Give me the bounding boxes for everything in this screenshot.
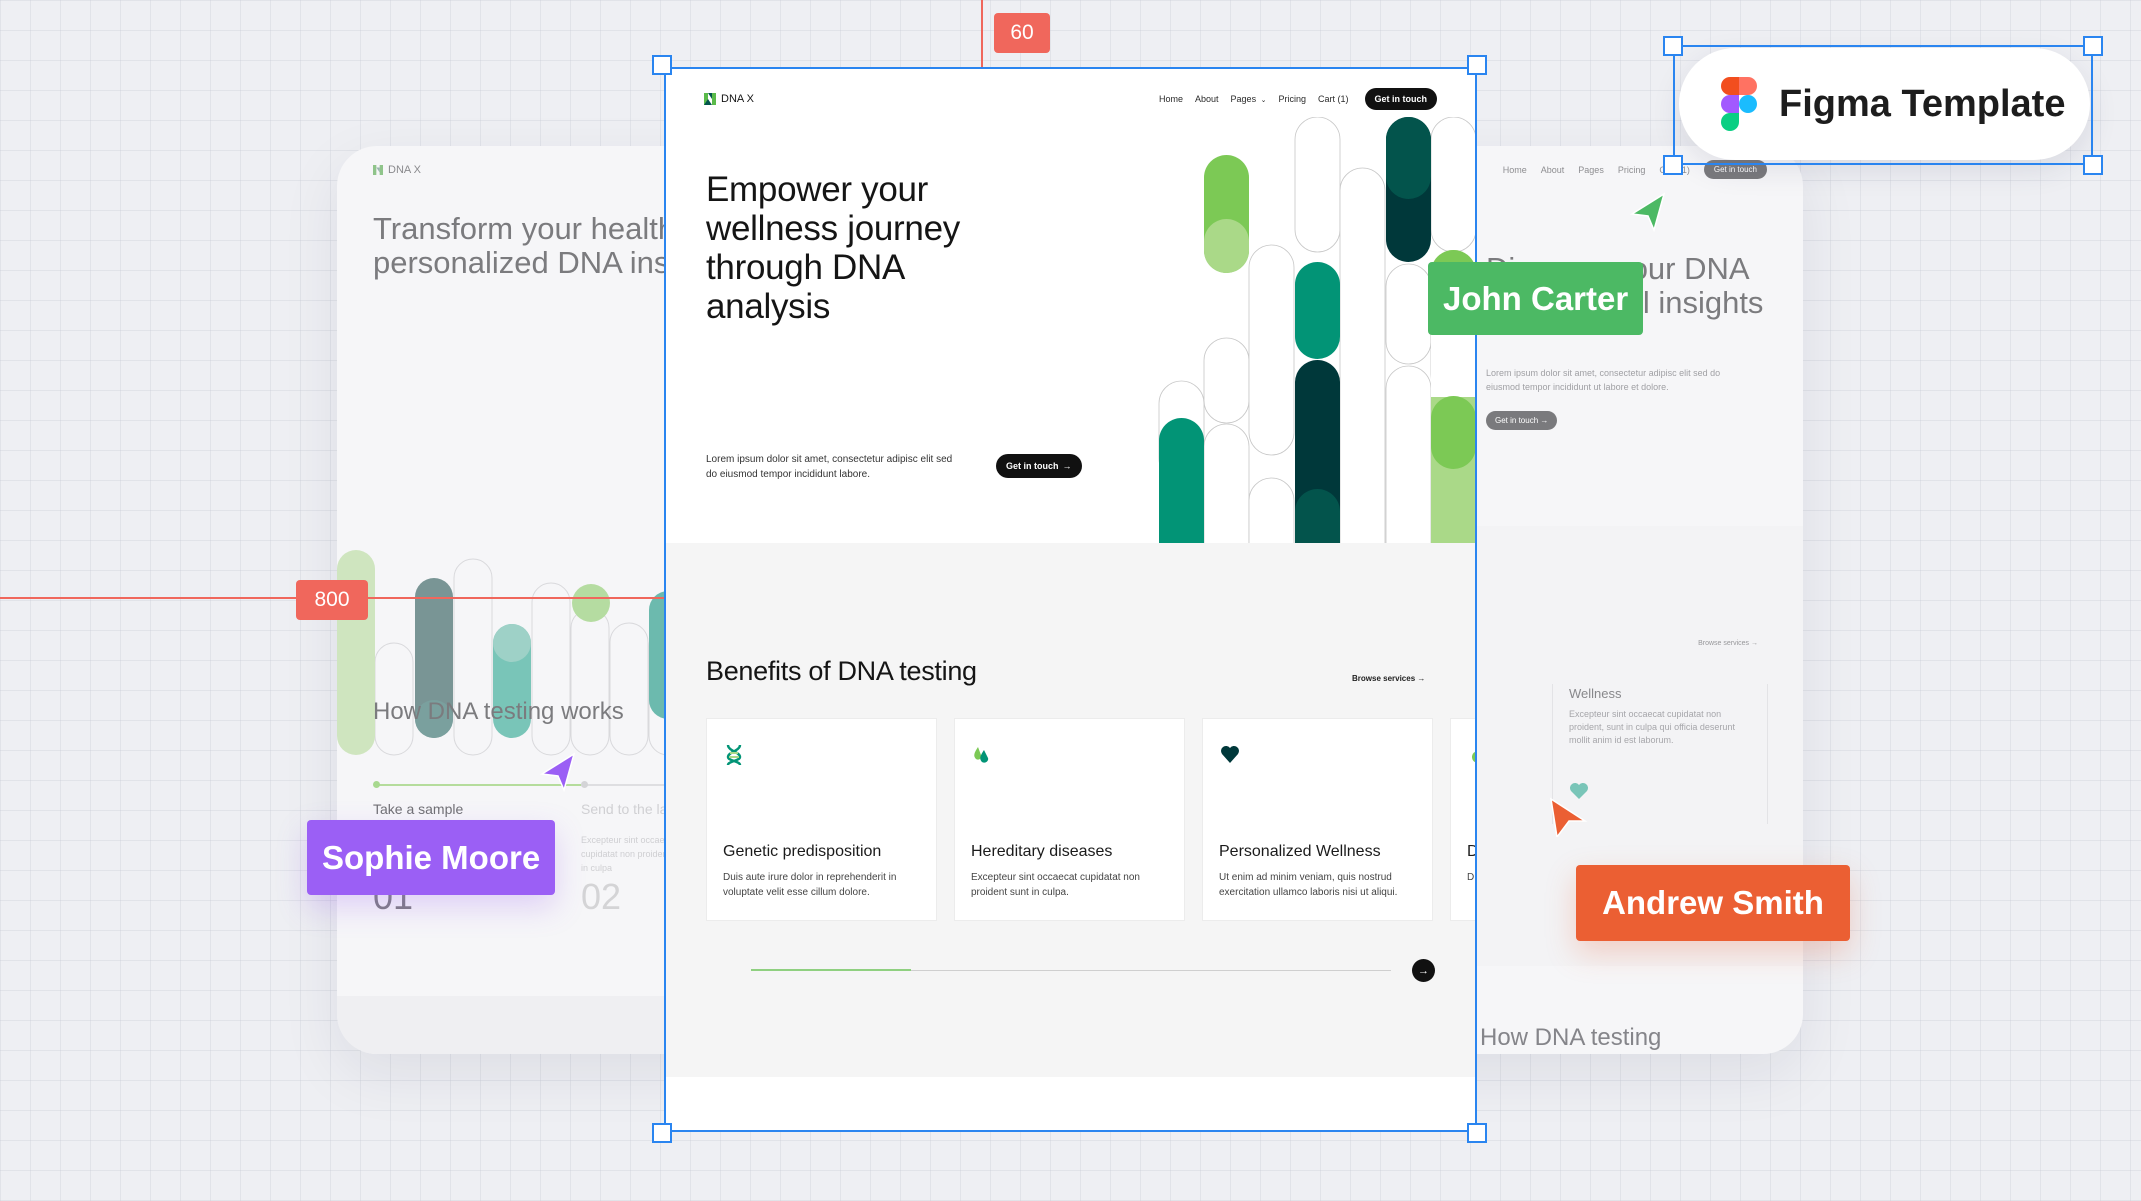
arrow-right-icon: → bbox=[1062, 461, 1072, 471]
card-text: Duis aute irure dolor in reprehenderit i… bbox=[723, 872, 897, 898]
benefit-card[interactable]: Personalized Wellness Ut enim ad minim v… bbox=[1202, 718, 1433, 921]
nav-get-in-touch-button[interactable]: Get in touch bbox=[1364, 88, 1437, 110]
card-title: Personalized Wellness bbox=[1219, 843, 1381, 860]
card-title: Hereditary diseases bbox=[971, 843, 1113, 860]
slider-next-button[interactable]: → bbox=[1412, 959, 1435, 982]
step-dot-active bbox=[373, 781, 380, 788]
benefit-card[interactable]: Genetic predisposition Duis aute irure d… bbox=[706, 718, 937, 921]
step-dot-inactive bbox=[581, 781, 588, 788]
hero-text: Lorem ipsum dolor sit amet, consectetur … bbox=[706, 454, 953, 480]
right-card-text: Lorem ipsum dolor sit amet, consectetur … bbox=[1486, 368, 1721, 392]
horizontal-measure-label: 800 bbox=[296, 580, 368, 620]
heart-icon bbox=[1221, 746, 1239, 763]
hero-title: Empower your wellness journey through DN… bbox=[706, 170, 960, 326]
hero-button-label: Get in touch bbox=[1006, 461, 1059, 471]
dna-icon bbox=[726, 744, 742, 766]
cursor-andrew-smith-icon bbox=[1549, 797, 1588, 837]
navbar: DNA X Home About Pages ⌄ Pricing Cart (1… bbox=[704, 86, 1437, 112]
nav-link-pricing[interactable]: Pricing bbox=[1278, 94, 1306, 104]
left-card-section-title: How DNA testing works bbox=[373, 698, 624, 725]
card-title: Genetic predisposition bbox=[723, 843, 882, 860]
cursor-john-carter-icon bbox=[1629, 192, 1666, 232]
left-card-logo: DNA X bbox=[373, 164, 421, 176]
card-text: Ut enim ad minim veniam, quis nostrud ex… bbox=[1219, 872, 1398, 898]
resize-handle-top-left[interactable] bbox=[652, 55, 672, 75]
nav-link: About bbox=[1540, 164, 1565, 175]
logo-text: DNA X bbox=[721, 93, 755, 105]
hero-dna-graphic bbox=[1158, 117, 1477, 612]
dna-x-logo-icon bbox=[704, 93, 716, 105]
nav-link: Pricing bbox=[1617, 164, 1646, 175]
benefits-title: Benefits of DNA testing bbox=[706, 656, 977, 686]
right-card-footer-title: How DNA testing bbox=[1480, 1024, 1662, 1051]
collaborator-tag-john-carter: John Carter bbox=[1428, 262, 1644, 335]
nav-link-about[interactable]: About bbox=[1195, 94, 1219, 104]
left-card-logo-text: DNA X bbox=[388, 164, 422, 176]
slider-progress bbox=[751, 969, 911, 971]
pill-outline bbox=[1248, 244, 1295, 456]
vertical-measure-label: 60 bbox=[994, 13, 1050, 53]
chevron-down-icon: ⌄ bbox=[1260, 97, 1267, 104]
dna-x-logo-icon bbox=[373, 165, 383, 175]
pill-overlap bbox=[493, 624, 531, 662]
column-text: Excepteur sint occaecat cupidatat non pr… bbox=[1569, 709, 1735, 745]
right-card-browse: Browse services → bbox=[1698, 640, 1758, 647]
browse-services-label: Browse services bbox=[1352, 674, 1416, 683]
step-label: Send to the lab bbox=[581, 801, 676, 817]
benefit-card[interactable]: Hereditary diseases Excepteur sint occae… bbox=[954, 718, 1185, 921]
card-text: Excepteur sint occaecat cupidatat non pr… bbox=[971, 872, 1140, 898]
benefit-cards: Genetic predisposition Duis aute irure d… bbox=[706, 718, 1477, 921]
nav-link-pages[interactable]: Pages ⌄ bbox=[1231, 94, 1267, 104]
resize-handle-top-right[interactable] bbox=[1467, 55, 1487, 75]
browse-services-link[interactable]: Browse services → bbox=[1352, 674, 1425, 683]
pill-outline bbox=[531, 582, 571, 756]
collaborator-tag-andrew-smith: Andrew Smith bbox=[1576, 865, 1850, 941]
pill-outline bbox=[1385, 263, 1432, 365]
pill-teal bbox=[1295, 262, 1340, 359]
hero-get-in-touch-button[interactable]: Get in touch → bbox=[996, 454, 1082, 478]
collaborator-tag-sophie-moore: Sophie Moore bbox=[307, 820, 556, 895]
step-number: 02 bbox=[581, 876, 622, 917]
drops-icon bbox=[974, 747, 989, 763]
card-title: D bbox=[1467, 843, 1477, 860]
benefits-section: Benefits of DNA testing Browse services … bbox=[664, 543, 1477, 1077]
benefit-card[interactable]: D D v bbox=[1450, 718, 1477, 921]
step-label: Take a sample bbox=[373, 801, 464, 817]
pill-outline bbox=[1203, 337, 1250, 424]
resize-handle-bottom-right[interactable] bbox=[1467, 1123, 1487, 1143]
main-frame[interactable]: DNA X Home About Pages ⌄ Pricing Cart (1… bbox=[664, 67, 1477, 1132]
logo[interactable]: DNA X bbox=[704, 93, 754, 105]
pill-outline bbox=[1430, 117, 1477, 253]
pill-dot bbox=[572, 584, 610, 622]
resize-handle-bottom-left[interactable] bbox=[652, 1123, 672, 1143]
nav-link: Home bbox=[1502, 164, 1527, 175]
pill-outline bbox=[570, 608, 610, 756]
pill-outline bbox=[609, 622, 649, 756]
nav-link-pages-label: Pages bbox=[1230, 94, 1257, 104]
resize-handle-bottom-left[interactable] bbox=[1663, 155, 1683, 175]
vertical-measure-guide bbox=[981, 0, 983, 67]
nav-link-cart[interactable]: Cart (1) bbox=[1318, 94, 1349, 104]
badge-selection-outline bbox=[1673, 45, 2093, 165]
nav-link-home[interactable]: Home bbox=[1159, 94, 1183, 104]
arrow-right-icon: → bbox=[1417, 674, 1426, 683]
nav-links: Home About Pages ⌄ Pricing Cart (1) Get … bbox=[1159, 88, 1437, 110]
pill-green bbox=[1431, 396, 1476, 469]
leaf-icon bbox=[1472, 751, 1477, 763]
resize-handle-bottom-right[interactable] bbox=[2083, 155, 2103, 175]
resize-handle-top-left[interactable] bbox=[1663, 36, 1683, 56]
resize-handle-top-right[interactable] bbox=[2083, 36, 2103, 56]
card-text: D v bbox=[1467, 872, 1477, 883]
pill-deep bbox=[1386, 117, 1431, 199]
cursor-sophie-moore-icon bbox=[539, 752, 576, 792]
slider-track[interactable] bbox=[751, 969, 1391, 971]
nav-link: Pages bbox=[1578, 164, 1604, 175]
pill-outline bbox=[1294, 117, 1341, 253]
pill-light-green bbox=[1204, 219, 1249, 273]
right-card-button: Get in touch → bbox=[1486, 411, 1558, 430]
arrow-right-icon: → bbox=[1418, 964, 1429, 977]
column-title: Wellness bbox=[1569, 686, 1622, 701]
